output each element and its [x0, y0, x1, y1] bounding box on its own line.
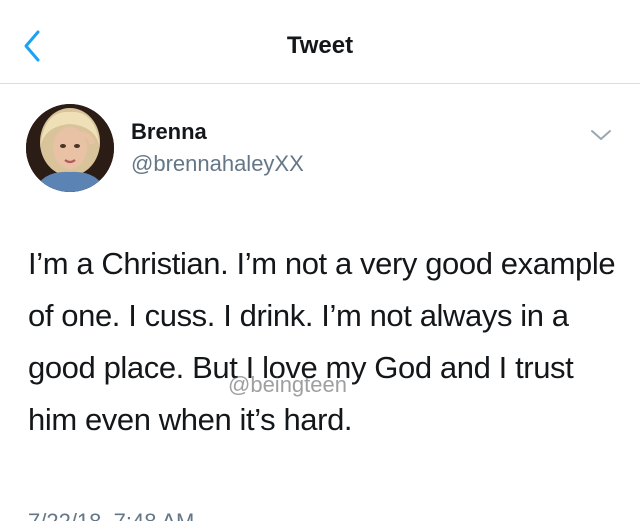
page-title: Tweet	[286, 32, 354, 59]
more-options-button[interactable]	[588, 126, 614, 144]
chevron-down-icon	[591, 130, 611, 140]
avatar[interactable]	[26, 104, 114, 192]
tweet-timestamp: 7/22/18, 7:48 AM	[28, 508, 194, 521]
tweet-text: I’m a Christian. I’m not a very good exa…	[28, 246, 616, 437]
author-display-name[interactable]: Brenna	[131, 118, 207, 146]
top-bar: Tweet	[0, 0, 640, 84]
author-username[interactable]: @brennahaleyXX	[131, 150, 304, 178]
tweet-detail-screen: Tweet Brenna @brennahaleyXX I’m a Christ…	[0, 0, 640, 521]
profile-photo	[26, 104, 114, 192]
watermark: @beingteen	[228, 372, 347, 397]
